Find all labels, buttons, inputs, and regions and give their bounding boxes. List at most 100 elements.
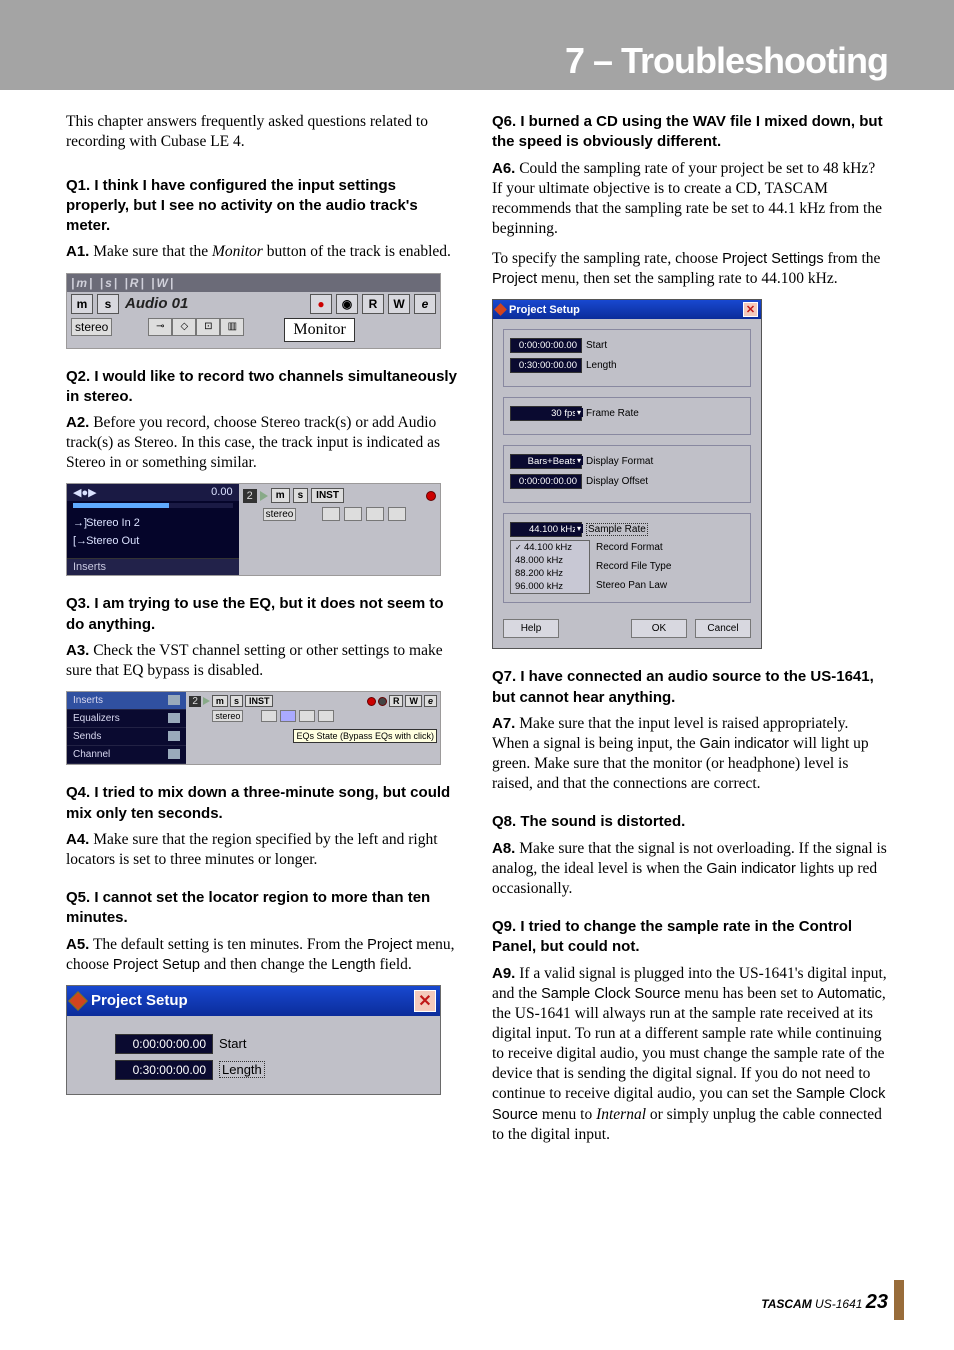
sends-icon[interactable] [299, 710, 315, 722]
display-offset-value[interactable]: 0:00:00:00.00 [510, 474, 582, 489]
monitor-button[interactable] [378, 697, 387, 706]
length-value[interactable]: 0:30:00:00.00 [115, 1060, 213, 1080]
chapter-title: 7 – Troubleshooting [565, 40, 888, 82]
start-value[interactable]: 0:00:00:00.00 [510, 338, 582, 353]
mute-button[interactable]: m [212, 695, 228, 707]
a8-label: A8. [492, 840, 515, 857]
edit-button[interactable]: e [424, 695, 437, 707]
stereo-label: stereo [212, 710, 243, 722]
eq-icon[interactable]: ◇ [172, 318, 196, 336]
insert-icon[interactable]: ⊸ [148, 318, 172, 336]
solo-button[interactable]: s [293, 488, 309, 503]
close-button[interactable]: ✕ [414, 990, 436, 1012]
sample-rate-options[interactable]: 44.100 kHz 48.000 kHz 88.200 kHz 96.000 … [510, 540, 590, 594]
a4-label: A4. [66, 831, 89, 848]
a1-label: A1. [66, 243, 89, 260]
length-label: Length [219, 1061, 265, 1078]
solo-button[interactable]: s [230, 695, 243, 707]
stereo-out-row[interactable]: [→ Stereo Out [67, 532, 239, 550]
option-48000[interactable]: 48.000 kHz [511, 554, 589, 567]
figure-eq-bypass: Inserts Equalizers Sends Channel 2 m s I… [66, 691, 441, 765]
mute-button[interactable]: m [271, 488, 290, 503]
frame-rate-label: Frame Rate [586, 408, 639, 419]
a7-label: A7. [492, 715, 515, 732]
dialog-title: Project Setup [509, 304, 580, 316]
write-automation-button[interactable]: W [405, 695, 422, 707]
q7-question: Q7. I have connected an audio source to … [492, 667, 888, 708]
a5-label: A5. [66, 936, 89, 953]
q8-answer: A8. Make sure that the signal is not ove… [492, 839, 888, 899]
record-enable-button[interactable] [367, 697, 376, 706]
ok-button[interactable]: OK [631, 619, 687, 638]
help-button[interactable]: Help [503, 619, 559, 638]
intro-text: This chapter answers frequently asked qu… [66, 112, 462, 152]
q1-question: Q1. I think I have configured the input … [66, 176, 462, 237]
sample-rate-dropdown[interactable]: 44.100 kHz [510, 522, 582, 537]
fig2-slider[interactable] [73, 503, 233, 508]
q6-answer: A6. Could the sampling rate of your proj… [492, 159, 888, 240]
insert-icon[interactable] [322, 507, 340, 521]
close-button[interactable]: ✕ [743, 302, 758, 317]
expand-icon[interactable] [260, 491, 268, 501]
stereo-label: stereo [71, 318, 112, 336]
tab-equalizers[interactable]: Equalizers [67, 710, 186, 728]
q4-answer: A4. Make sure that the region specified … [66, 830, 462, 870]
frame-rate-dropdown[interactable]: 30 fps [510, 406, 582, 421]
solo-button[interactable]: s [97, 294, 119, 314]
stereo-pan-law-label: Stereo Pan Law [596, 580, 671, 591]
sends-icon[interactable] [366, 507, 384, 521]
option-44100[interactable]: 44.100 kHz [511, 541, 589, 554]
write-automation-button[interactable]: W [388, 294, 410, 314]
edit-button[interactable]: e [414, 294, 436, 314]
q9-answer: A9. If a valid signal is plugged into th… [492, 964, 888, 1145]
length-value[interactable]: 0:30:00:00.00 [510, 358, 582, 373]
read-automation-button[interactable]: R [389, 695, 404, 707]
sample-rate-label: Sample Rate [586, 523, 648, 536]
record-file-type-label: Record File Type [596, 561, 671, 572]
option-96000[interactable]: 96.000 kHz [511, 580, 589, 593]
tab-sends[interactable]: Sends [67, 728, 186, 746]
cancel-button[interactable]: Cancel [695, 619, 751, 638]
tab-channel[interactable]: Channel [67, 746, 186, 764]
figure-project-setup-small: Project Setup ✕ 0:00:00:00.00 Start 0:30… [66, 985, 441, 1095]
display-format-dropdown[interactable]: Bars+Beats [510, 454, 582, 469]
mute-button[interactable]: m [71, 294, 93, 314]
start-value[interactable]: 0:00:00:00.00 [115, 1034, 213, 1054]
tab-marker [894, 1280, 904, 1320]
eq-icon[interactable] [280, 710, 296, 722]
page-footer: TASCAM US-1641 23 [761, 1291, 888, 1314]
inserts-row[interactable]: Inserts [67, 558, 239, 575]
option-88200[interactable]: 88.200 kHz [511, 567, 589, 580]
read-automation-button[interactable]: R [362, 294, 384, 314]
q5-question: Q5. I cannot set the locator region to m… [66, 888, 462, 929]
q4-question: Q4. I tried to mix down a three-minute s… [66, 783, 462, 824]
start-label: Start [219, 1036, 246, 1051]
sends-icon[interactable]: ⊡ [196, 318, 220, 336]
stereo-in-row[interactable]: →] Stereo In 2 [67, 514, 239, 532]
channel-icon[interactable]: ▥ [220, 318, 244, 336]
tab-inserts[interactable]: Inserts [67, 692, 186, 710]
monitor-button[interactable]: ◉ [336, 294, 358, 314]
record-enable-button[interactable]: ● [310, 294, 332, 314]
channel-icon[interactable] [318, 710, 334, 722]
q1-answer: A1. Make sure that the Monitor button of… [66, 242, 462, 262]
cubase-icon [494, 303, 507, 316]
footer-brand: TASCAM [761, 1297, 811, 1311]
monitor-callout: Monitor [284, 318, 354, 342]
dialog-title: Project Setup [91, 992, 188, 1009]
q3-answer: A3. Check the VST channel setting or oth… [66, 641, 462, 681]
display-format-label: Display Format [586, 456, 653, 467]
q2-answer: A2. Before you record, choose Stereo tra… [66, 413, 462, 473]
record-enable-button[interactable] [426, 491, 436, 501]
start-label: Start [586, 340, 607, 351]
expand-icon[interactable] [203, 697, 210, 705]
eq-icon[interactable] [344, 507, 362, 521]
q5-answer: A5. The default setting is ten minutes. … [66, 935, 462, 975]
page-number: 23 [866, 1291, 888, 1313]
channel-icon[interactable] [388, 507, 406, 521]
fig2-lr-icon: ◀●▶ [73, 486, 97, 499]
cubase-icon [68, 991, 88, 1011]
insert-icon[interactable] [261, 710, 277, 722]
eq-bypass-tooltip: EQs State (Bypass EQs with click) [293, 729, 437, 743]
a9-label: A9. [492, 965, 515, 982]
